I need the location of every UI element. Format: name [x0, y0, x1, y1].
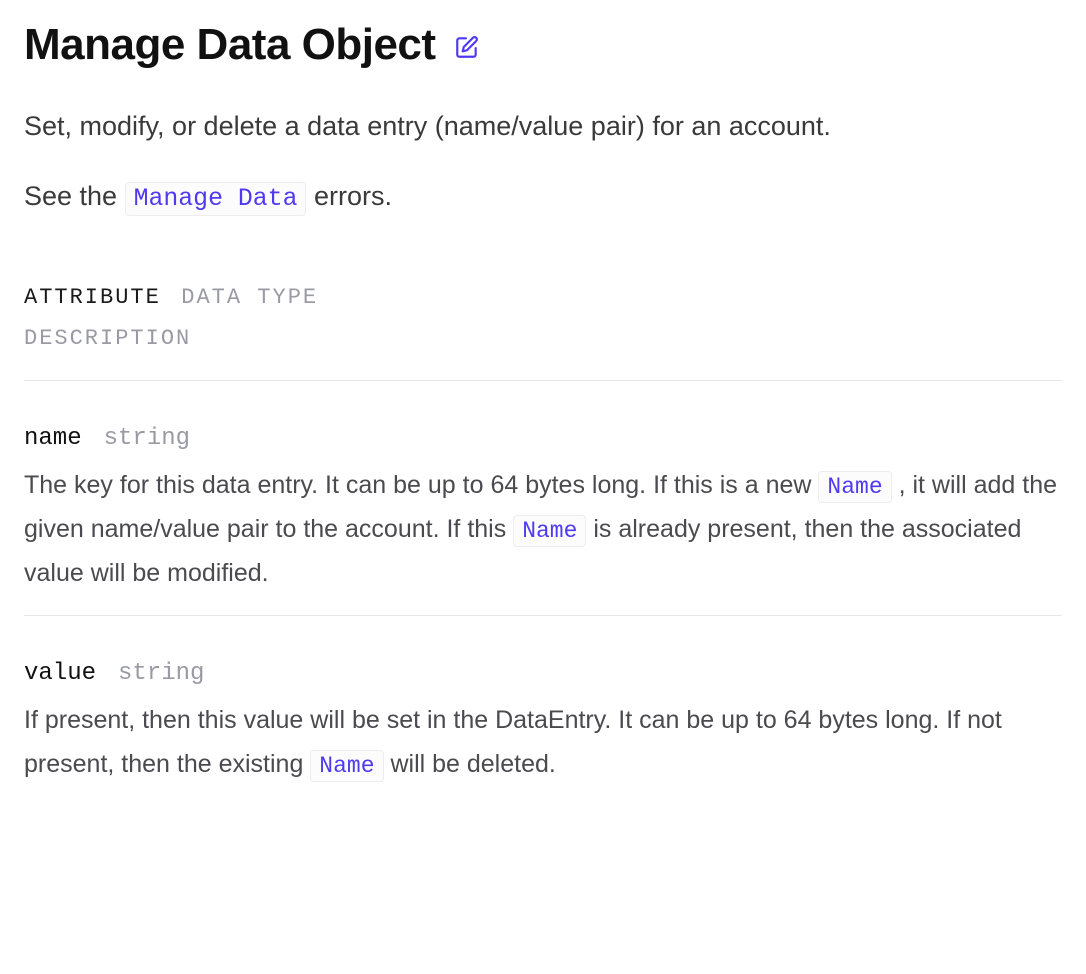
divider	[24, 380, 1062, 381]
col-attribute: ATTRIBUTE	[24, 277, 161, 319]
col-description: DESCRIPTION	[24, 318, 191, 360]
doc-container: Manage Data Object Set, modify, or delet…	[0, 0, 1086, 847]
see-errors-link[interactable]: Manage Data	[125, 182, 307, 216]
attribute-name: value	[24, 660, 96, 687]
attribute-type: string	[118, 660, 204, 687]
attribute-description: If present, then this value will be set …	[24, 699, 1062, 787]
lead-text: Set, modify, or delete a data entry (nam…	[24, 106, 1062, 147]
attribute-row: value string If present, then this value w…	[24, 660, 1062, 787]
code-token: Name	[310, 750, 383, 782]
attribute-signature: name string	[24, 425, 1062, 452]
attribute-signature: value string	[24, 660, 1062, 687]
text-span: The key for this data entry. It can be u…	[24, 471, 818, 499]
table-header: ATTRIBUTE DATA TYPE DESCRIPTION	[24, 277, 1062, 361]
attribute-type: string	[104, 425, 190, 452]
see-prefix: See the	[24, 181, 125, 211]
text-span: will be deleted.	[384, 750, 556, 778]
attribute-row: name string The key for this data entry. I…	[24, 425, 1062, 595]
edit-icon[interactable]	[454, 34, 480, 60]
see-errors-line: See the Manage Data errors.	[24, 181, 1062, 213]
divider	[24, 615, 1062, 616]
attributes-list: name string The key for this data entry. I…	[24, 425, 1062, 787]
code-token: Name	[818, 471, 891, 503]
code-token: Name	[513, 515, 586, 547]
page-title: Manage Data Object	[24, 20, 1062, 70]
attribute-name: name	[24, 425, 82, 452]
see-suffix: errors.	[306, 181, 392, 211]
col-data-type: DATA TYPE	[181, 277, 318, 319]
attribute-description: The key for this data entry. It can be u…	[24, 464, 1062, 595]
page-title-text: Manage Data Object	[24, 20, 436, 70]
